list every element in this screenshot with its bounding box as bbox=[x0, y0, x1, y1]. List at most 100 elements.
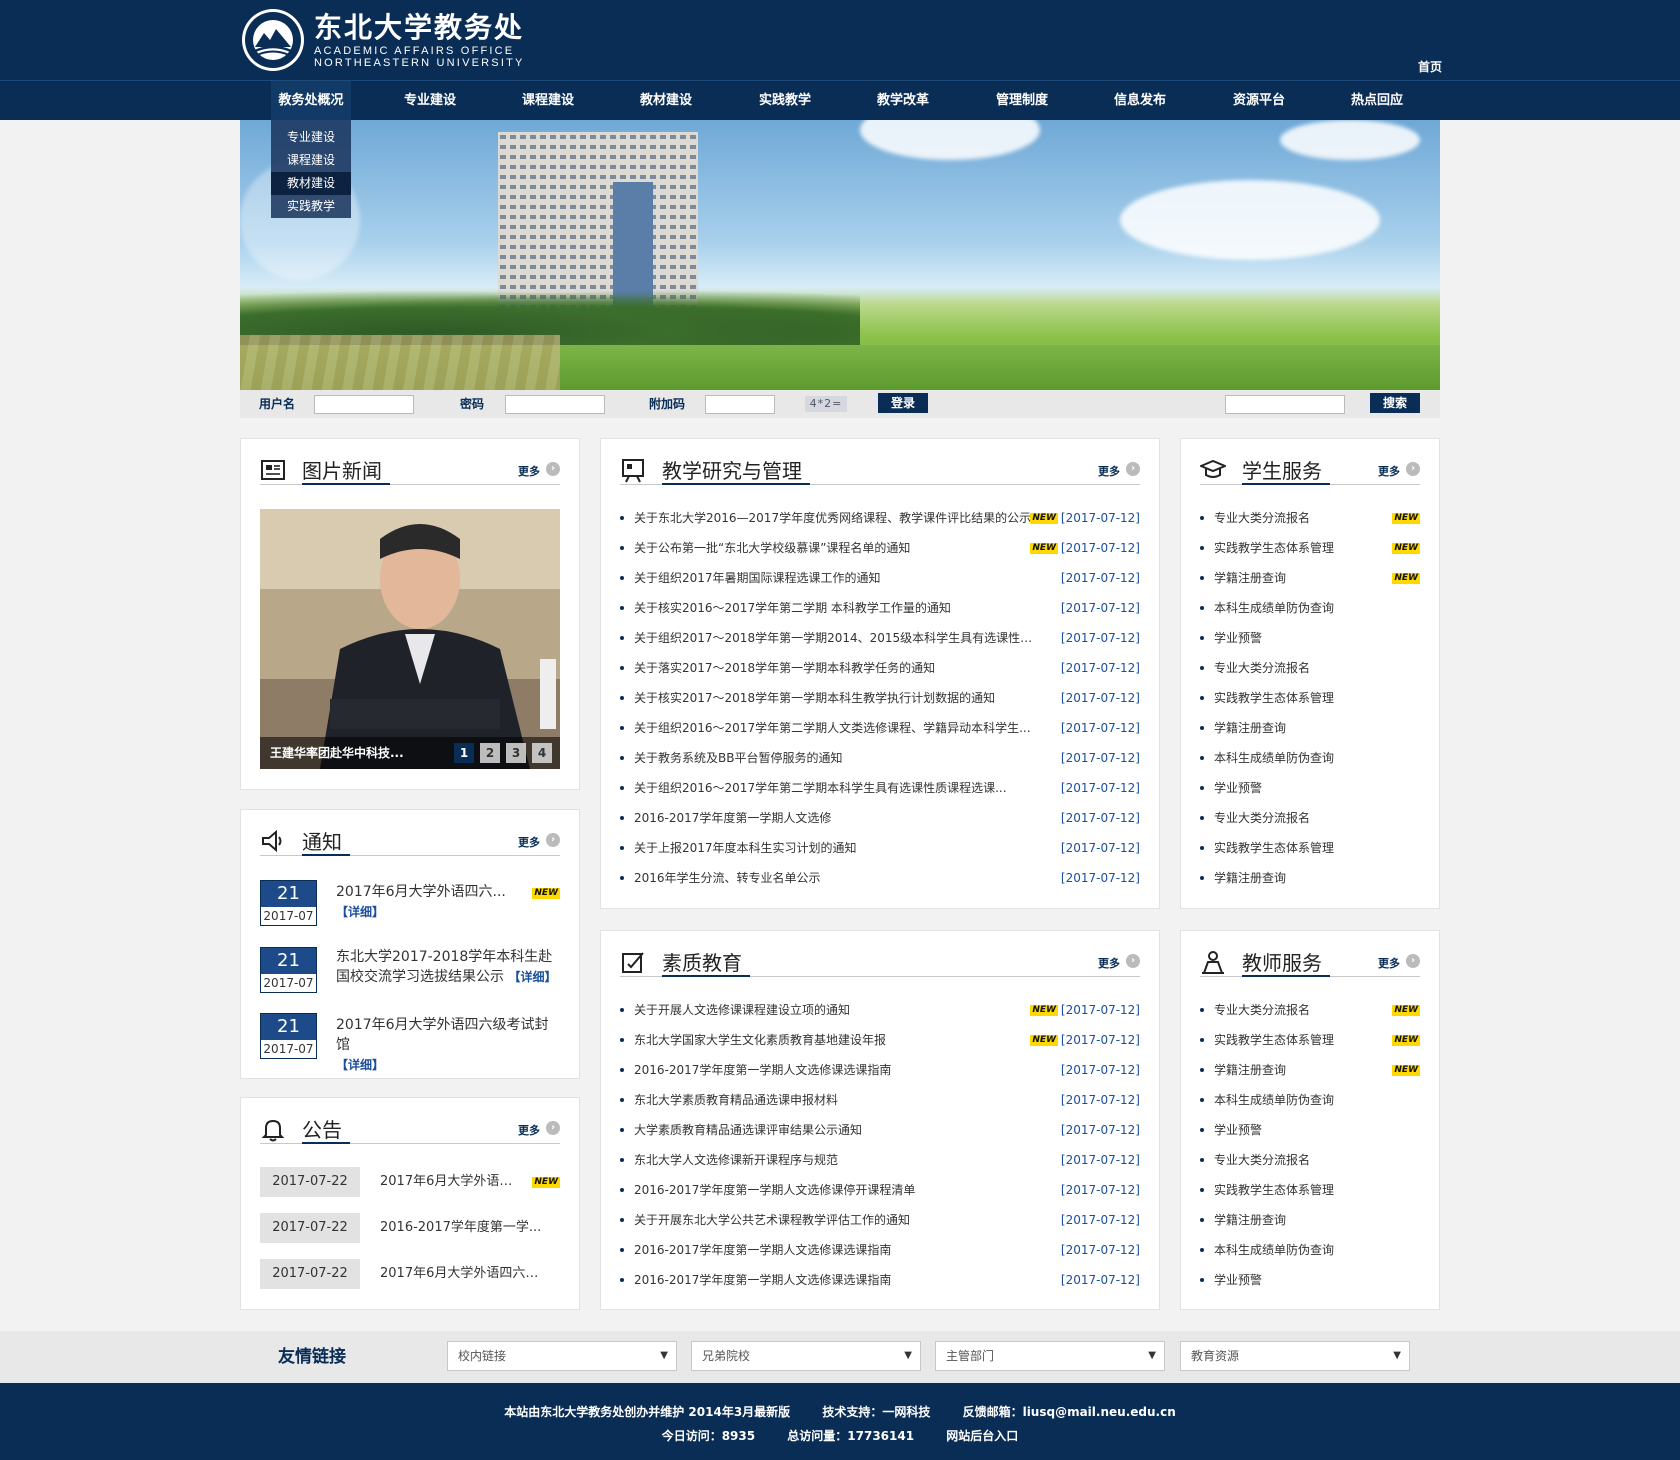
list-item[interactable]: 专业大类分流报名 bbox=[1200, 653, 1420, 683]
authorities-select[interactable]: 主管部门 ▼ bbox=[935, 1341, 1165, 1371]
login-button[interactable]: 登录 bbox=[878, 393, 928, 413]
list-item[interactable]: 关于开展东北大学公共艺术课程教学评估工作的通知 [2017-07-12] bbox=[620, 1205, 1140, 1235]
list-item[interactable]: 学业预警 bbox=[1200, 623, 1420, 653]
list-item[interactable]: 关于上报2017年度本科生实习计划的通知 [2017-07-12] bbox=[620, 833, 1140, 863]
list-item[interactable]: 本科生成绩单防伪查询 bbox=[1200, 1235, 1420, 1265]
announcement-item[interactable]: 2017-07-22 2016-2017学年度第一学... bbox=[260, 1213, 560, 1243]
list-item[interactable]: 学业预警 bbox=[1200, 1265, 1420, 1295]
list-item[interactable]: 2016-2017学年度第一学期人文选修课选课指南 [2017-07-12] bbox=[620, 1265, 1140, 1295]
list-item[interactable]: 实践教学生态体系管理 NEW bbox=[1200, 533, 1420, 563]
list-item[interactable]: 大学素质教育精品通选课评审结果公示通知 [2017-07-12] bbox=[620, 1115, 1140, 1145]
photo-slide[interactable]: 王建华率团赴华中科技... 1 2 3 4 bbox=[260, 509, 560, 769]
list-item[interactable]: 专业大类分流报名 bbox=[1200, 1145, 1420, 1175]
list-item[interactable]: 学籍注册查询 bbox=[1200, 863, 1420, 893]
list-item[interactable]: 学业预警 bbox=[1200, 1115, 1420, 1145]
captcha-input[interactable] bbox=[705, 395, 775, 414]
notice-item[interactable]: 21 2017-07 2017年6月大学外语四六... 【详细】 NEW bbox=[260, 880, 560, 928]
list-item[interactable]: 关于落实2017～2018学年第一学期本科教学任务的通知 [2017-07-12] bbox=[620, 653, 1140, 683]
nav-item-practice[interactable]: 实践教学 bbox=[745, 81, 825, 121]
nav-item-hotspot[interactable]: 热点回应 bbox=[1337, 81, 1417, 121]
list-item[interactable]: 专业大类分流报名 NEW bbox=[1200, 503, 1420, 533]
edit-icon bbox=[622, 952, 644, 973]
nav-item-reform[interactable]: 教学改革 bbox=[863, 81, 943, 121]
list-item[interactable]: 学籍注册查询 NEW bbox=[1200, 563, 1420, 593]
item-title: 学籍注册查询 bbox=[1214, 571, 1287, 585]
list-item[interactable]: 东北大学国家大学生文化素质教育基地建设年报 NEW [2017-07-12] bbox=[620, 1025, 1140, 1055]
notice-text: 2017年6月大学外语四六... 【详细】 bbox=[336, 882, 562, 922]
nav-item-resources[interactable]: 资源平台 bbox=[1219, 81, 1299, 121]
dropdown-item-practice[interactable]: 实践教学 bbox=[271, 195, 351, 218]
dropdown-item-major[interactable]: 专业建设 bbox=[271, 126, 351, 149]
search-button[interactable]: 搜索 bbox=[1370, 393, 1420, 413]
list-item[interactable]: 实践教学生态体系管理 bbox=[1200, 683, 1420, 713]
list-item[interactable]: 实践教学生态体系管理 bbox=[1200, 833, 1420, 863]
list-item[interactable]: 本科生成绩单防伪查询 bbox=[1200, 743, 1420, 773]
admin-login-link[interactable]: 网站后台入口 bbox=[946, 1429, 1018, 1443]
list-item[interactable]: 关于教务系统及BB平台暂停服务的通知 [2017-07-12] bbox=[620, 743, 1140, 773]
list-item[interactable]: 关于组织2017年暑期国际课程选课工作的通知 [2017-07-12] bbox=[620, 563, 1140, 593]
list-item[interactable]: 2016-2017学年度第一学期人文选修课选课指南 [2017-07-12] bbox=[620, 1055, 1140, 1085]
list-item[interactable]: 专业大类分流报名 NEW bbox=[1200, 995, 1420, 1025]
list-item[interactable]: 关于组织2016～2017学年第二学期本科学生具有选课性质课程选课... [201… bbox=[620, 773, 1140, 803]
nav-item-course[interactable]: 课程建设 bbox=[508, 81, 588, 121]
captcha-image[interactable]: 4*2= bbox=[805, 396, 847, 412]
list-item[interactable]: 关于公布第一批“东北大学校级慕课”课程名单的通知 NEW [2017-07-12] bbox=[620, 533, 1140, 563]
list-item[interactable]: 关于组织2017～2018学年第一学期2014、2015级本科学生具有选课性质.… bbox=[620, 623, 1140, 653]
list-item[interactable]: 关于核实2017～2018学年第一学期本科生教学执行计划数据的通知 [2017-0… bbox=[620, 683, 1140, 713]
announcement-item[interactable]: 2017-07-22 2017年6月大学外语四六... NEW bbox=[260, 1167, 560, 1197]
list-item[interactable]: 关于组织2016～2017学年第二学期人文类选修课程、学籍异动本科学生... [2… bbox=[620, 713, 1140, 743]
list-item[interactable]: 2016-2017学年度第一学期人文选修 [2017-07-12] bbox=[620, 803, 1140, 833]
home-link[interactable]: 首页 bbox=[1418, 58, 1442, 75]
pager-4[interactable]: 4 bbox=[532, 743, 552, 763]
list-item[interactable]: 学籍注册查询 bbox=[1200, 713, 1420, 743]
username-input[interactable] bbox=[314, 395, 414, 414]
notice-item[interactable]: 21 2017-07 2017年6月大学外语四六级考试封馆 【详细】 bbox=[260, 1013, 560, 1072]
list-item[interactable]: 2016-2017学年度第一学期人文选修课选课指南 [2017-07-12] bbox=[620, 1235, 1140, 1265]
list-item[interactable]: 关于东北大学2016—2017学年度优秀网络课程、教学课件评比结果的公示 NEW[… bbox=[620, 503, 1140, 533]
list-item[interactable]: 东北大学人文选修课新开课程序与规范 [2017-07-12] bbox=[620, 1145, 1140, 1175]
password-input[interactable] bbox=[505, 395, 605, 414]
detail-link[interactable]: 【详细】 bbox=[508, 970, 556, 984]
more-link[interactable]: 更多 › bbox=[1378, 954, 1420, 971]
list-item[interactable]: 东北大学素质教育精品通选课申报材料 [2017-07-12] bbox=[620, 1085, 1140, 1115]
sister-schools-select[interactable]: 兄弟院校 ▼ bbox=[691, 1341, 921, 1371]
list-item[interactable]: 学业预警 bbox=[1200, 773, 1420, 803]
pager-1[interactable]: 1 bbox=[454, 743, 474, 763]
more-link[interactable]: 更多 › bbox=[518, 1121, 560, 1138]
list-item[interactable]: 实践教学生态体系管理 bbox=[1200, 1175, 1420, 1205]
campus-links-select[interactable]: 校内链接 ▼ bbox=[447, 1341, 677, 1371]
photo-image bbox=[260, 509, 560, 769]
notice-item[interactable]: 21 2017-07 东北大学2017-2018学年本科生赴国校交流学习选拔结果… bbox=[260, 947, 560, 995]
search-input[interactable] bbox=[1225, 395, 1345, 414]
list-item[interactable]: 学籍注册查询 NEW bbox=[1200, 1055, 1420, 1085]
edu-resources-select[interactable]: 教育资源 ▼ bbox=[1180, 1341, 1410, 1371]
more-link[interactable]: 更多 › bbox=[1378, 462, 1420, 479]
nav-item-news[interactable]: 信息发布 bbox=[1100, 81, 1180, 121]
nav-item-major[interactable]: 专业建设 bbox=[390, 81, 470, 121]
footer-feedback-email[interactable]: 反馈邮箱：liusq@mail.neu.edu.cn bbox=[963, 1405, 1176, 1419]
pager-3[interactable]: 3 bbox=[506, 743, 526, 763]
nav-item-textbook[interactable]: 教材建设 bbox=[626, 81, 706, 121]
detail-link[interactable]: 【详细】 bbox=[336, 905, 384, 919]
list-item[interactable]: 关于核实2016～2017学年第二学期 本科教学工作量的通知 [2017-07-1… bbox=[620, 593, 1140, 623]
dropdown-item-course[interactable]: 课程建设 bbox=[271, 149, 351, 172]
list-item[interactable]: 实践教学生态体系管理 NEW bbox=[1200, 1025, 1420, 1055]
more-link[interactable]: 更多 › bbox=[1098, 954, 1140, 971]
list-item[interactable]: 本科生成绩单防伪查询 bbox=[1200, 593, 1420, 623]
detail-link[interactable]: 【详细】 bbox=[336, 1058, 384, 1072]
list-item[interactable]: 2016-2017学年度第一学期人文选修课停开课程清单 [2017-07-12] bbox=[620, 1175, 1140, 1205]
pager-2[interactable]: 2 bbox=[480, 743, 500, 763]
dropdown-item-textbook[interactable]: 教材建设 bbox=[271, 172, 351, 195]
list-item[interactable]: 学籍注册查询 bbox=[1200, 1205, 1420, 1235]
list-item[interactable]: 本科生成绩单防伪查询 bbox=[1200, 1085, 1420, 1115]
more-link[interactable]: 更多 › bbox=[518, 462, 560, 479]
more-link[interactable]: 更多 › bbox=[1098, 462, 1140, 479]
list-item[interactable]: 2016年学生分流、转专业名单公示 [2017-07-12] bbox=[620, 863, 1140, 893]
nav-item-overview[interactable]: 教务处概况 bbox=[271, 81, 351, 121]
nav-item-rules[interactable]: 管理制度 bbox=[982, 81, 1062, 121]
list-item[interactable]: 专业大类分流报名 bbox=[1200, 803, 1420, 833]
site-logo[interactable]: 东北大学教务处 ACADEMIC AFFAIRS OFFICE NORTHEAS… bbox=[240, 6, 525, 74]
list-item[interactable]: 关于开展人文选修课课程建设立项的通知 NEW [2017-07-12] bbox=[620, 995, 1140, 1025]
announcement-item[interactable]: 2017-07-22 2017年6月大学外语四六级... bbox=[260, 1259, 560, 1289]
more-link[interactable]: 更多 › bbox=[518, 833, 560, 850]
